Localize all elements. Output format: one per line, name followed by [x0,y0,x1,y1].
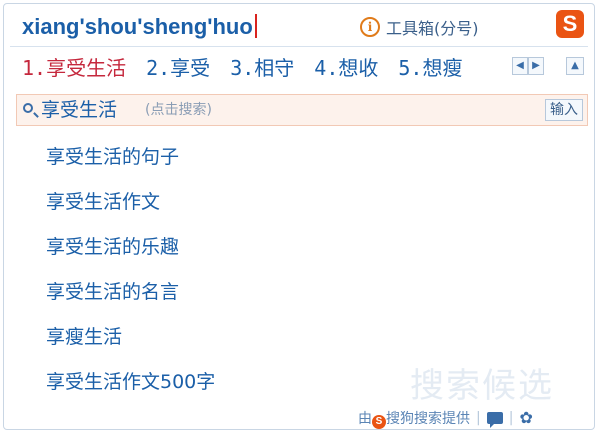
info-icon: i [360,17,380,37]
separator: | [508,410,514,426]
candidate-list: 1.享受生活 2.享受 3.相守 4.想收 5.想瘦 [22,53,462,83]
expand-collapse-button[interactable]: ▲ [566,57,584,75]
search-hint: (点击搜索) [145,102,212,118]
watermark-text: 搜索候选 [410,366,554,406]
candidate-5[interactable]: 5.想瘦 [398,53,462,83]
toolbox-label: 工具箱(分号) [386,19,479,38]
text-caret [254,14,257,38]
list-item[interactable]: 享受生活作文 [46,187,215,232]
list-item[interactable]: 享受生活作文500字 [46,367,215,412]
list-item[interactable]: 享受生活的名言 [46,277,215,322]
prev-page-button[interactable]: ◀ [512,57,528,75]
pinyin-text: xiang'shou'sheng'huo [22,14,253,39]
list-item[interactable]: 享受生活的乐趣 [46,232,215,277]
list-item[interactable]: 享受生活的句子 [46,142,215,187]
search-term[interactable]: 享受生活 [41,95,117,125]
toolbox-button[interactable]: i 工具箱(分号) [360,14,479,40]
candidate-4[interactable]: 4.想收 [314,53,378,83]
composition-pinyin: xiang'shou'sheng'huo [22,12,257,42]
input-button[interactable]: 输入 [545,99,583,121]
provider-attribution[interactable]: 由 S 搜狗搜索提供 [358,408,470,429]
candidate-3[interactable]: 3.相守 [230,53,294,83]
list-item[interactable]: 享瘦生活 [46,322,215,367]
ime-candidate-window: xiang'shou'sheng'huo i 工具箱(分号) S 1.享受生活 … [3,3,595,430]
gear-icon[interactable]: ✿ [519,410,532,426]
chat-icon[interactable] [486,412,503,428]
sogou-logo-icon[interactable]: S [556,10,584,38]
sogou-small-icon: S [372,414,386,429]
search-suggestion-row[interactable]: 享受生活 (点击搜索) 输入 [16,94,588,126]
footer: 由 S 搜狗搜索提供 | | ✿ [358,406,533,430]
page-controls: ◀ ▶ [512,57,544,75]
next-page-button[interactable]: ▶ [528,57,544,75]
candidate-2[interactable]: 2.享受 [146,53,210,83]
suggestion-list: 享受生活的句子 享受生活作文 享受生活的乐趣 享受生活的名言 享瘦生活 享受生活… [46,142,215,412]
candidate-1[interactable]: 1.享受生活 [22,53,126,83]
divider [10,46,588,47]
separator: | [476,410,481,426]
search-icon [23,103,33,113]
